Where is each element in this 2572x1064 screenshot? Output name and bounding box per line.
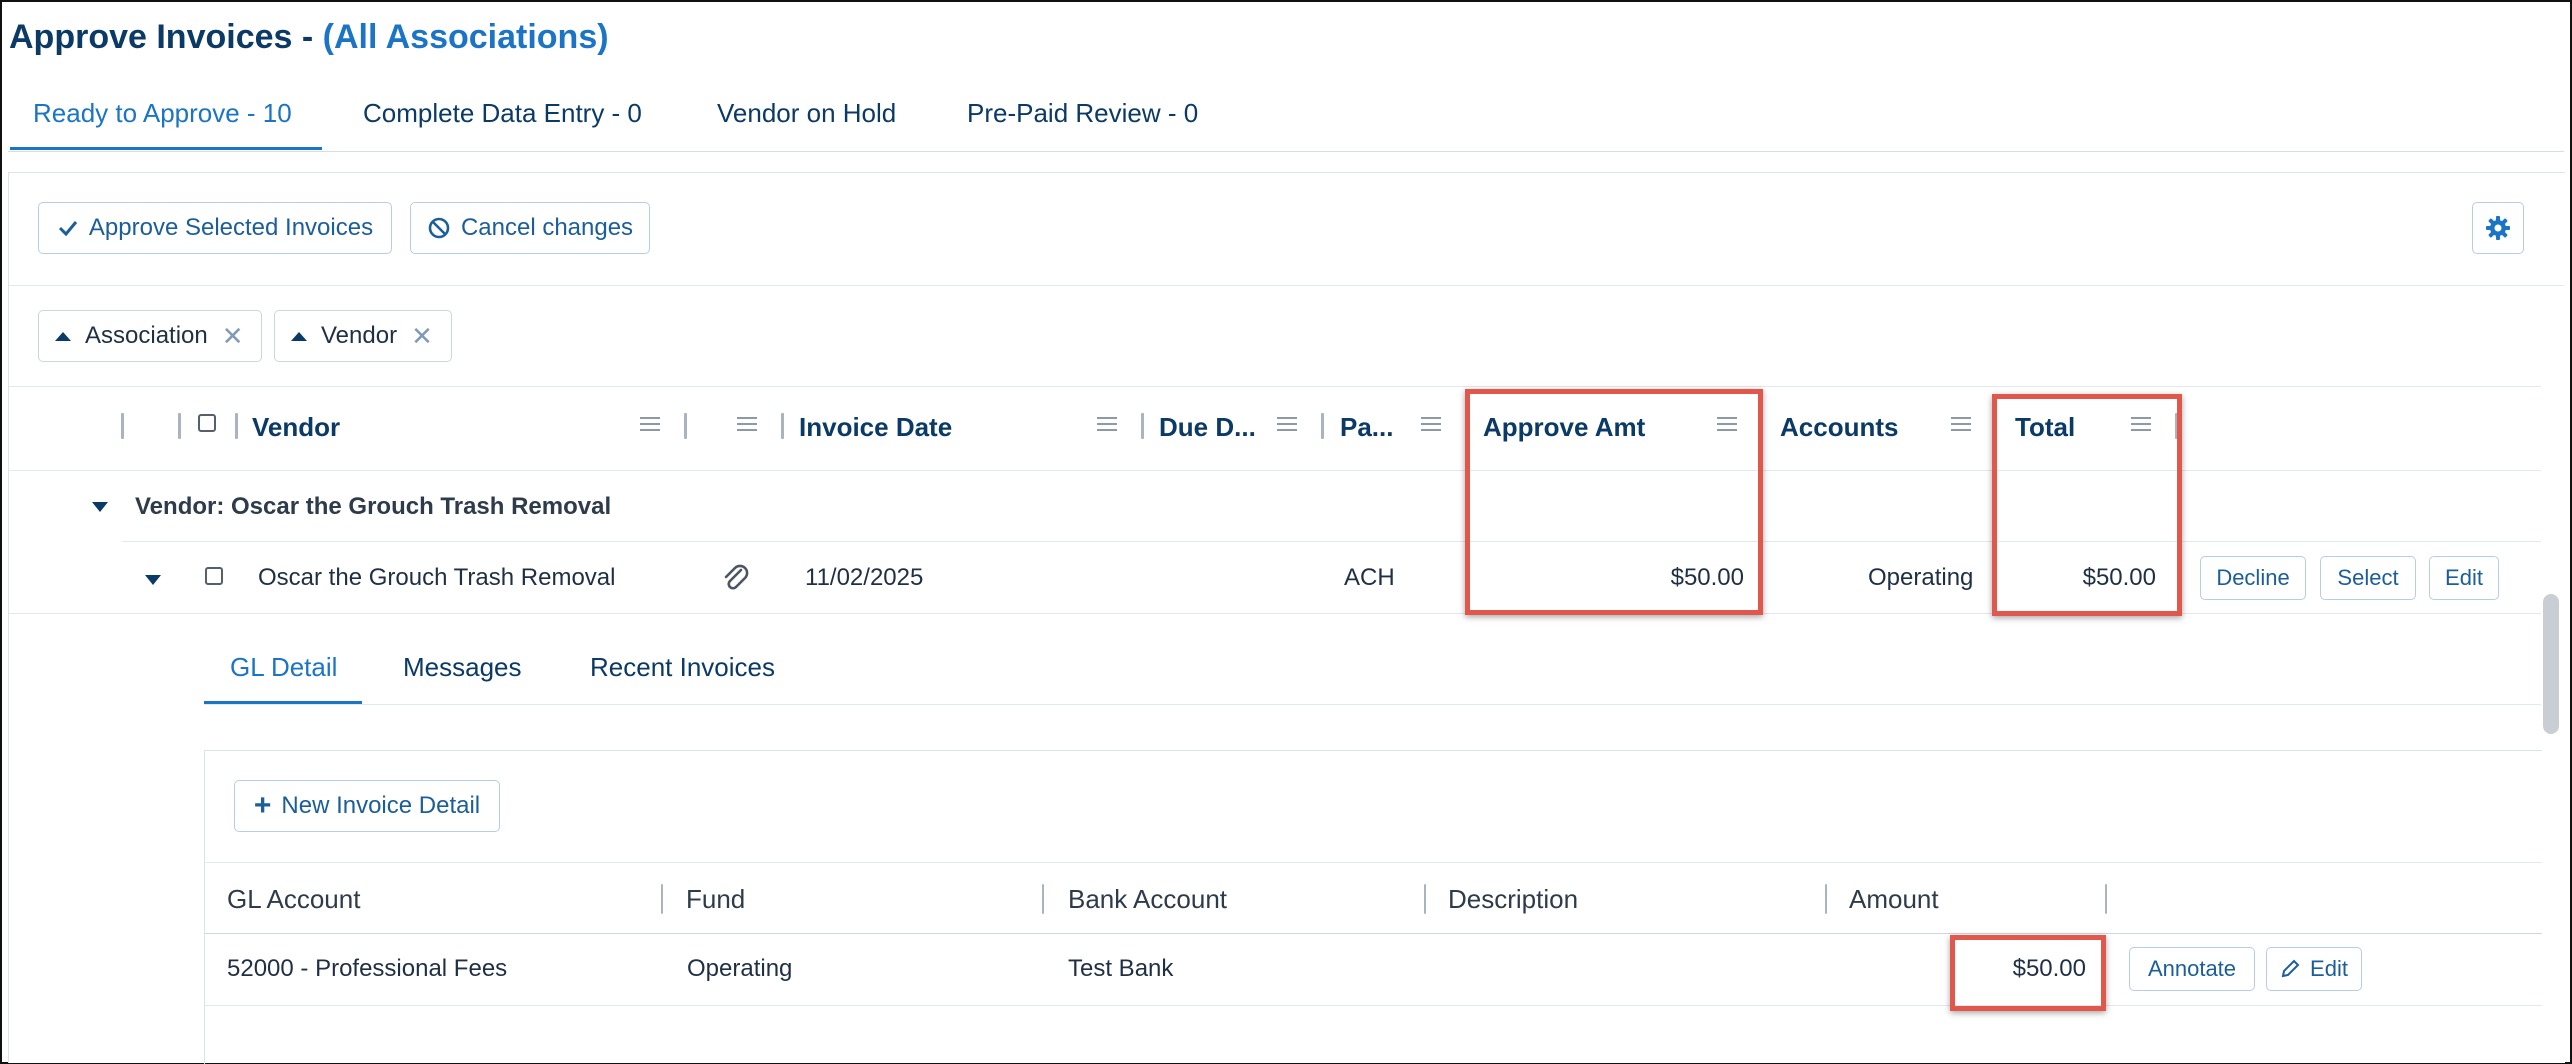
page-title: Approve Invoices - (All Associations)	[9, 18, 609, 57]
check-icon	[58, 221, 78, 237]
column-menu-icon[interactable]	[640, 413, 660, 435]
gear-icon	[2486, 216, 2510, 240]
scrollbar-thumb[interactable]	[2543, 594, 2559, 734]
column-menu-icon[interactable]	[1421, 413, 1441, 435]
group-header-vendor: Vendor: Oscar the Grouch Trash Removal	[135, 493, 612, 520]
gl-column-amount[interactable]: Amount	[1849, 884, 1939, 915]
pencil-icon	[2281, 959, 2300, 978]
column-header-vendor[interactable]: Vendor	[252, 412, 340, 443]
cancel-changes-button[interactable]: Cancel changes	[410, 202, 650, 254]
tabs-divider	[8, 151, 2564, 152]
page-title-text: Approve Invoices -	[9, 18, 314, 56]
plus-icon: +	[253, 789, 272, 822]
chips-divider	[9, 386, 2541, 387]
column-separator[interactable]	[781, 413, 784, 439]
gl-row-account: 52000 - Professional Fees	[227, 955, 508, 982]
row-select-checkbox[interactable]	[205, 567, 223, 585]
active-tab-indicator	[10, 147, 322, 150]
column-menu-icon[interactable]	[737, 413, 757, 435]
tab-ready-to-approve[interactable]: Ready to Approve - 10	[33, 98, 292, 129]
decline-button[interactable]: Decline	[2200, 556, 2306, 600]
settings-button[interactable]	[2472, 202, 2524, 254]
column-separator[interactable]	[684, 413, 687, 439]
tab-pre-paid-review[interactable]: Pre-Paid Review - 0	[967, 98, 1198, 129]
gl-row-fund: Operating	[687, 955, 793, 982]
select-all-checkbox[interactable]	[198, 414, 216, 432]
gl-column-gl-account[interactable]: GL Account	[227, 884, 360, 915]
collapse-group-icon[interactable]	[92, 502, 108, 512]
ban-icon	[428, 217, 450, 239]
gl-row-divider	[205, 1005, 2542, 1006]
tab-complete-data-entry[interactable]: Complete Data Entry - 0	[363, 98, 642, 129]
approve-selected-label: Approve Selected Invoices	[88, 214, 374, 241]
select-button[interactable]: Select	[2320, 556, 2416, 600]
column-header-due-date[interactable]: Due D...	[1159, 412, 1256, 443]
edit-invoice-button[interactable]: Edit	[2429, 556, 2499, 600]
invoice-date: 11/02/2025	[805, 564, 924, 591]
column-separator[interactable]	[1141, 413, 1144, 439]
column-menu-icon[interactable]	[1097, 413, 1117, 435]
expand-row-icon[interactable]	[145, 575, 161, 585]
gl-detail-panel	[204, 750, 2542, 1064]
sort-ascending-icon	[291, 331, 307, 341]
column-separator[interactable]	[2105, 884, 2107, 914]
new-invoice-detail-label: New Invoice Detail	[281, 792, 481, 819]
tab-messages[interactable]: Messages	[403, 652, 522, 683]
remove-group-icon[interactable]: ✕	[222, 321, 244, 352]
detail-tabs-divider	[204, 704, 2541, 705]
edit-gl-detail-label: Edit	[2310, 956, 2348, 981]
highlight-gl-amount	[1950, 935, 2106, 1011]
gl-row-bank-account: Test Bank	[1068, 955, 1174, 982]
column-separator[interactable]	[1042, 884, 1044, 914]
column-separator[interactable]	[1825, 884, 1827, 914]
column-separator[interactable]	[661, 884, 663, 914]
gl-column-description[interactable]: Description	[1448, 884, 1578, 915]
edit-gl-detail-button[interactable]: Edit	[2266, 947, 2362, 991]
invoice-accounts: Operating	[1868, 564, 1974, 591]
tab-recent-invoices[interactable]: Recent Invoices	[590, 652, 775, 683]
group-chip-label: Association	[85, 322, 208, 349]
column-menu-icon[interactable]	[1951, 413, 1971, 435]
column-separator[interactable]	[235, 413, 238, 439]
toolbar-divider	[9, 285, 2564, 286]
new-invoice-detail-button[interactable]: + New Invoice Detail	[234, 780, 500, 832]
column-header-accounts[interactable]: Accounts	[1780, 412, 1898, 443]
group-chip-vendor[interactable]: Vendor ✕	[274, 310, 452, 362]
association-scope-link[interactable]: (All Associations)	[323, 18, 609, 56]
group-chip-association[interactable]: Association ✕	[38, 310, 262, 362]
group-chip-label: Vendor	[321, 322, 398, 349]
gl-column-bank-account[interactable]: Bank Account	[1068, 884, 1227, 915]
highlight-approve-amt	[1465, 389, 1763, 615]
column-separator[interactable]	[178, 413, 181, 439]
column-header-pay-type[interactable]: Pa...	[1340, 412, 1393, 443]
column-separator[interactable]	[1321, 413, 1324, 439]
highlight-total	[1992, 394, 2182, 616]
invoice-pay-type: ACH	[1344, 564, 1395, 591]
cancel-changes-label: Cancel changes	[460, 214, 634, 241]
column-separator[interactable]	[121, 413, 124, 439]
column-menu-icon[interactable]	[1277, 413, 1297, 435]
tab-gl-detail[interactable]: GL Detail	[230, 652, 337, 683]
remove-group-icon[interactable]: ✕	[411, 321, 433, 352]
sort-ascending-icon	[55, 331, 71, 341]
column-header-invoice-date[interactable]: Invoice Date	[799, 412, 952, 443]
column-separator[interactable]	[1424, 884, 1426, 914]
tab-vendor-on-hold[interactable]: Vendor on Hold	[717, 98, 896, 129]
gl-header-divider	[205, 933, 2542, 934]
attachment-icon[interactable]	[720, 561, 750, 593]
invoice-vendor: Oscar the Grouch Trash Removal	[258, 564, 616, 591]
approve-selected-invoices-button[interactable]: Approve Selected Invoices	[38, 202, 392, 254]
gl-toolbar-divider	[205, 862, 2542, 863]
gl-column-fund[interactable]: Fund	[686, 884, 745, 915]
annotate-button[interactable]: Annotate	[2129, 947, 2255, 991]
